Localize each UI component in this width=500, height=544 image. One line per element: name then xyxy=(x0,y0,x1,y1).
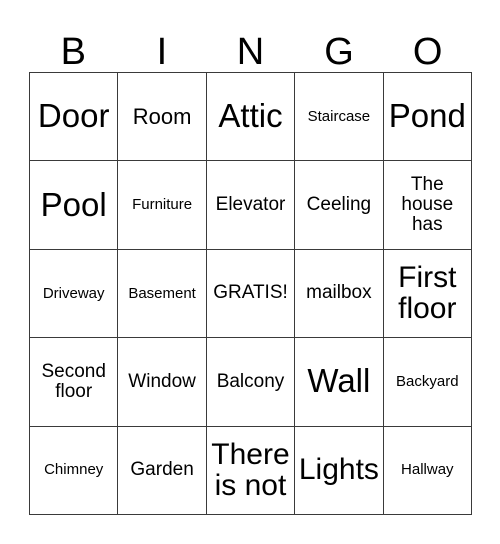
bingo-cell-label: Lights xyxy=(298,453,379,487)
bingo-cell-label: The house has xyxy=(401,173,454,236)
bingo-cell-label: Backyard xyxy=(396,372,459,390)
bingo-cell-second-floor[interactable]: Second floor xyxy=(30,338,119,427)
bingo-header-letter-b: B xyxy=(60,31,86,73)
bingo-cell-door[interactable]: Door xyxy=(30,73,119,162)
bingo-cell-mailbox[interactable]: mailbox xyxy=(295,249,384,339)
bingo-cell-furniture[interactable]: Furniture xyxy=(118,161,207,250)
bingo-cell-pond[interactable]: Pond xyxy=(383,73,472,162)
bingo-cell-label: Elevator xyxy=(215,194,286,216)
bingo-cell-attic[interactable]: Attic xyxy=(206,73,296,162)
bingo-cell-label: Pool xyxy=(40,185,107,223)
bingo-cell-window[interactable]: Window xyxy=(118,338,207,427)
bingo-cell-pool[interactable]: Pool xyxy=(30,161,119,250)
bingo-cell-label: There is not xyxy=(211,437,290,503)
bingo-cell-basement[interactable]: Basement xyxy=(118,249,207,339)
bingo-cell-label: Window xyxy=(128,370,196,392)
bingo-cell-gratis[interactable]: GRATIS! xyxy=(206,249,296,339)
bingo-cell-room[interactable]: Room xyxy=(118,73,207,162)
bingo-cell-backyard[interactable]: Backyard xyxy=(383,338,472,427)
bingo-cell-label: Second floor xyxy=(41,360,106,402)
bingo-cell-label: Room xyxy=(132,104,192,130)
bingo-cell-label: Driveway xyxy=(42,284,105,302)
bingo-card: B I N G O Door Room Attic Staircase Pond Pool Furn… xyxy=(0,0,500,544)
bingo-cell-lights[interactable]: Lights xyxy=(295,426,384,515)
bingo-grid: Door Room Attic Staircase Pond Pool Furniture E… xyxy=(29,72,472,515)
bingo-cell-label: Wall xyxy=(307,362,371,400)
bingo-cell-chimney[interactable]: Chimney xyxy=(30,426,119,515)
bingo-cell-label: Balcony xyxy=(216,370,285,392)
bingo-cell-label: Hallway xyxy=(401,461,454,479)
bingo-header-letter-i: I xyxy=(156,31,168,73)
bingo-cell-staircase[interactable]: Staircase xyxy=(295,73,384,162)
bingo-cell-label: Garden xyxy=(130,459,194,481)
bingo-cell-balcony[interactable]: Balcony xyxy=(206,338,296,427)
bingo-header-letter-o: O xyxy=(412,31,443,73)
bingo-cell-label: Door xyxy=(37,97,110,135)
bingo-cell-label: Chimney xyxy=(44,461,104,479)
bingo-cell-hallway[interactable]: Hallway xyxy=(383,426,472,515)
bingo-cell-label: Furniture xyxy=(132,196,193,214)
bingo-cell-label: Attic xyxy=(218,97,283,135)
bingo-cell-garden[interactable]: Garden xyxy=(118,426,207,515)
bingo-cell-wall[interactable]: Wall xyxy=(295,338,384,427)
bingo-cell-label: First floor xyxy=(398,260,457,326)
bingo-cell-ceeling[interactable]: Ceeling xyxy=(295,161,384,250)
bingo-cell-driveway[interactable]: Driveway xyxy=(30,249,119,339)
bingo-cell-label: Basement xyxy=(128,284,196,302)
bingo-header-letter-g: G xyxy=(324,31,354,73)
bingo-header-letter-n: N xyxy=(236,31,265,73)
bingo-header-row: BINGO xyxy=(29,18,472,72)
bingo-cell-label: Ceeling xyxy=(306,194,372,216)
bingo-cell-label: Staircase xyxy=(307,107,371,125)
bingo-cell-the-house-has[interactable]: The house has xyxy=(383,161,472,250)
bingo-cell-label: mailbox xyxy=(306,282,372,304)
bingo-cell-first-floor[interactable]: First floor xyxy=(383,249,472,339)
bingo-cell-label: GRATIS! xyxy=(213,282,288,304)
bingo-cell-elevator[interactable]: Elevator xyxy=(206,161,296,250)
bingo-cell-there-is-not[interactable]: There is not xyxy=(206,426,296,515)
bingo-cell-label: Pond xyxy=(388,97,466,135)
